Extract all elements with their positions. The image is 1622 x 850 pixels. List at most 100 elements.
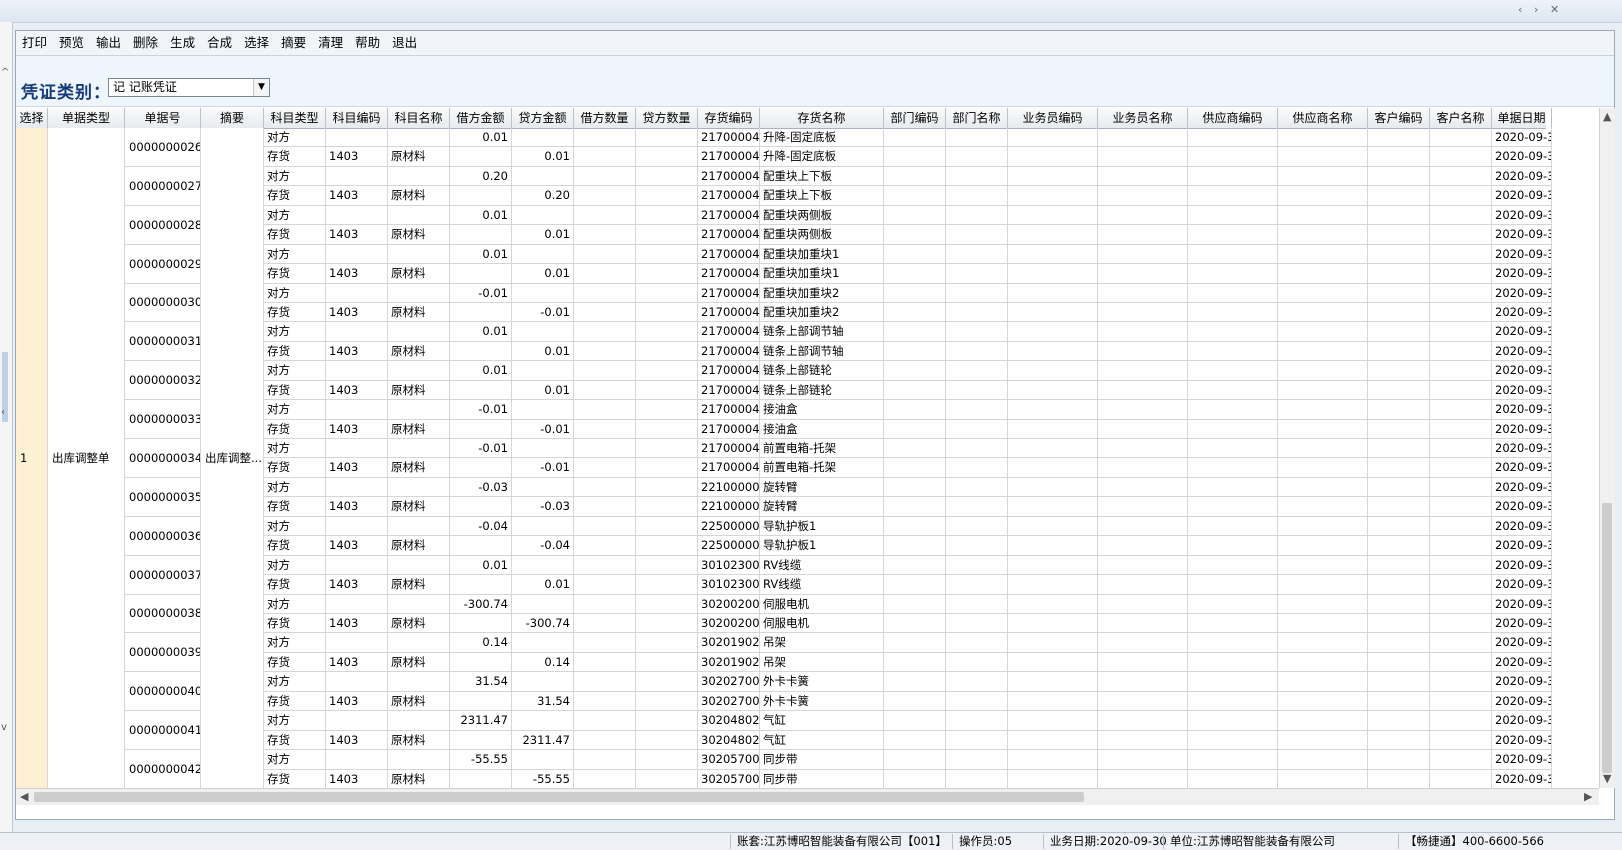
cell-customer-name[interactable] <box>1430 672 1492 692</box>
cell-debit-qty[interactable] <box>574 400 636 420</box>
column-header-supplier-code[interactable]: 供应商编码 <box>1188 108 1278 128</box>
cell-credit-amount[interactable]: 0.14 <box>512 652 574 673</box>
cell-credit-qty[interactable] <box>636 322 698 342</box>
cell-customer-name[interactable] <box>1430 730 1492 751</box>
cell-acct-name[interactable]: 原材料 <box>388 264 450 284</box>
cell-dept-name[interactable] <box>946 380 1008 401</box>
column-header-inv-name[interactable]: 存货名称 <box>760 108 884 128</box>
cell-acct-code[interactable]: 1403 <box>326 614 388 634</box>
cell-supplier-name[interactable] <box>1278 322 1368 342</box>
cell-inv-name[interactable]: 配重块加重块1 <box>760 244 884 265</box>
cell-credit-qty[interactable] <box>636 575 698 595</box>
cell-acct-code[interactable] <box>326 361 388 381</box>
cell-credit-qty[interactable] <box>636 672 698 692</box>
cell-acct-name[interactable] <box>388 516 450 537</box>
cell-customer-name[interactable] <box>1430 341 1492 362</box>
cell-inv-code[interactable]: 21700004... <box>698 244 760 265</box>
cell-doc-no[interactable]: 0000000027 <box>125 166 201 206</box>
cell-acct-code[interactable] <box>326 166 388 187</box>
cell-credit-qty[interactable] <box>636 536 698 556</box>
cell-supplier-code[interactable] <box>1188 225 1278 245</box>
cell-customer-name[interactable] <box>1430 186 1492 206</box>
cell-credit-qty[interactable] <box>636 400 698 420</box>
cell-supplier-code[interactable] <box>1188 439 1278 459</box>
cell-customer-name[interactable] <box>1430 575 1492 595</box>
cell-debit-amount[interactable]: 2311.47 <box>450 711 512 731</box>
cell-acct-type[interactable]: 对方 <box>264 750 326 770</box>
cell-dept-name[interactable] <box>946 497 1008 517</box>
cell-dept-code[interactable] <box>884 147 946 167</box>
cell-clerk-name[interactable] <box>1098 652 1188 673</box>
cell-credit-amount[interactable] <box>512 439 574 459</box>
cell-acct-code[interactable]: 1403 <box>326 380 388 401</box>
cell-acct-code[interactable]: 1403 <box>326 536 388 556</box>
cell-doc-no[interactable]: 0000000029 <box>125 244 201 284</box>
column-header-dept-code[interactable]: 部门编码 <box>884 108 946 128</box>
cell-customer-name[interactable] <box>1430 322 1492 342</box>
cell-clerk-code[interactable] <box>1008 497 1098 517</box>
cell-debit-qty[interactable] <box>574 652 636 673</box>
cell-clerk-name[interactable] <box>1098 147 1188 167</box>
cell-acct-code[interactable] <box>326 477 388 498</box>
cell-debit-amount[interactable] <box>450 341 512 362</box>
cell-inv-code[interactable]: 30200200... <box>698 614 760 634</box>
cell-acct-type[interactable]: 存货 <box>264 225 326 245</box>
cell-dept-name[interactable] <box>946 128 1008 148</box>
cell-doc-date[interactable]: 2020-09-30 <box>1492 516 1552 537</box>
cell-debit-amount[interactable] <box>450 380 512 401</box>
cell-dept-name[interactable] <box>946 341 1008 362</box>
cell-clerk-name[interactable] <box>1098 400 1188 420</box>
cell-supplier-code[interactable] <box>1188 400 1278 420</box>
cell-supplier-code[interactable] <box>1188 341 1278 362</box>
cell-inv-code[interactable]: 21700004... <box>698 283 760 303</box>
cell-supplier-name[interactable] <box>1278 477 1368 498</box>
cell-credit-amount[interactable]: -0.03 <box>512 497 574 517</box>
voucher-type-select[interactable]: 记 记账凭证 ▼ <box>108 78 270 97</box>
cell-acct-code[interactable]: 1403 <box>326 225 388 245</box>
cell-supplier-code[interactable] <box>1188 205 1278 226</box>
cell-dept-name[interactable] <box>946 633 1008 653</box>
collapse-left-icon[interactable]: ‹ <box>1 407 5 418</box>
cell-customer-code[interactable] <box>1368 691 1430 712</box>
cell-customer-name[interactable] <box>1430 283 1492 303</box>
cell-credit-amount[interactable] <box>512 205 574 226</box>
cell-inv-code[interactable]: 30201902... <box>698 652 760 673</box>
cell-debit-qty[interactable] <box>574 594 636 614</box>
cell-credit-amount[interactable]: 0.01 <box>512 225 574 245</box>
cell-acct-code[interactable]: 1403 <box>326 691 388 712</box>
cell-inv-code[interactable]: 21700004... <box>698 147 760 167</box>
cell-acct-name[interactable] <box>388 711 450 731</box>
cell-acct-type[interactable]: 对方 <box>264 205 326 226</box>
cell-inv-code[interactable]: 30201902... <box>698 633 760 653</box>
cell-clerk-code[interactable] <box>1008 128 1098 148</box>
cell-credit-amount[interactable] <box>512 361 574 381</box>
cell-credit-amount[interactable]: 0.01 <box>512 147 574 167</box>
cell-clerk-code[interactable] <box>1008 711 1098 731</box>
cell-dept-name[interactable] <box>946 614 1008 634</box>
cell-doc-date[interactable]: 2020-09-30 <box>1492 672 1552 692</box>
cell-acct-code[interactable] <box>326 750 388 770</box>
cell-acct-code[interactable]: 1403 <box>326 769 388 789</box>
cell-debit-amount[interactable] <box>450 147 512 167</box>
cell-customer-code[interactable] <box>1368 283 1430 303</box>
cell-acct-code[interactable] <box>326 400 388 420</box>
cell-clerk-code[interactable] <box>1008 419 1098 440</box>
cell-debit-amount[interactable]: 0.14 <box>450 633 512 653</box>
cell-dept-code[interactable] <box>884 322 946 342</box>
cell-debit-qty[interactable] <box>574 264 636 284</box>
cell-credit-qty[interactable] <box>636 186 698 206</box>
cell-inv-code[interactable]: 21700004... <box>698 361 760 381</box>
cell-customer-name[interactable] <box>1430 497 1492 517</box>
cell-dept-code[interactable] <box>884 439 946 459</box>
cell-acct-type[interactable]: 对方 <box>264 128 326 148</box>
cell-supplier-code[interactable] <box>1188 166 1278 187</box>
cell-acct-type[interactable]: 存货 <box>264 730 326 751</box>
cell-debit-qty[interactable] <box>574 497 636 517</box>
cell-dept-code[interactable] <box>884 361 946 381</box>
cell-credit-amount[interactable] <box>512 283 574 303</box>
cell-inv-code[interactable]: 21700004... <box>698 166 760 187</box>
cell-credit-qty[interactable] <box>636 614 698 634</box>
cell-credit-qty[interactable] <box>636 633 698 653</box>
cell-doc-date[interactable]: 2020-09-30 <box>1492 652 1552 673</box>
cell-dept-name[interactable] <box>946 302 1008 323</box>
